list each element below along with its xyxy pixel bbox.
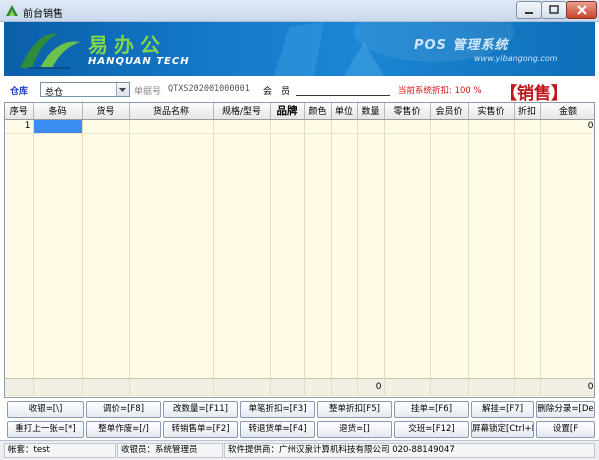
col-header-member-price[interactable]: 会员价 bbox=[430, 103, 469, 120]
col-header-item-name[interactable]: 货品名称 bbox=[129, 103, 214, 120]
logo-icon bbox=[20, 33, 80, 69]
grid-cell[interactable] bbox=[331, 119, 358, 134]
adjust-price-button[interactable]: 调价=[F8] bbox=[86, 401, 161, 418]
member-label: 会 员 bbox=[263, 87, 291, 97]
barcode-cell[interactable] bbox=[33, 119, 83, 134]
minimize-icon bbox=[525, 12, 533, 14]
resume-order-button[interactable]: 解挂=[F7] bbox=[471, 401, 534, 418]
hold-order-button[interactable]: 挂单=[F6] bbox=[394, 401, 469, 418]
app-icon bbox=[6, 5, 18, 16]
maximize-icon bbox=[549, 5, 559, 14]
to-return-button[interactable]: 转退货单=[F4] bbox=[240, 421, 315, 438]
item-discount-button[interactable]: 单笔折扣=[F3] bbox=[240, 401, 315, 418]
title-bar: 前台销售 bbox=[0, 0, 599, 22]
provider-status: 软件提供商：广州汉泉计算机科技有限公司 020-88149047 bbox=[224, 443, 595, 458]
grid-cell[interactable] bbox=[304, 119, 332, 134]
return-button[interactable]: 退货=[] bbox=[317, 421, 392, 438]
grid-cell[interactable] bbox=[213, 119, 271, 134]
col-header-unit[interactable]: 单位 bbox=[331, 103, 358, 120]
status-bar: 帐套：test 收银员：系统管理员 软件提供商：广州汉泉计算机科技有限公司 02… bbox=[0, 440, 599, 460]
col-header-qty[interactable]: 数量 bbox=[357, 103, 385, 120]
table-row[interactable]: 1 0 bbox=[5, 119, 594, 134]
col-header-discount[interactable]: 折扣 bbox=[514, 103, 541, 120]
sale-info-bar: 仓库 总仓 单据号 QTXS202001000001 会 员 当前系统折扣: 1… bbox=[4, 78, 595, 104]
maximize-button[interactable] bbox=[541, 1, 567, 19]
lock-screen-button[interactable]: 屏幕锁定[Ctrl+P] bbox=[471, 421, 534, 438]
grid-cell[interactable] bbox=[82, 119, 130, 134]
total-qty: 0 bbox=[357, 377, 385, 396]
account-status: 帐套：test bbox=[4, 443, 116, 458]
col-header-amount[interactable]: 金额 bbox=[540, 103, 594, 120]
mode-title: 【销售】 bbox=[500, 84, 568, 104]
window-title: 前台销售 bbox=[23, 9, 63, 20]
website-url: www.yibangong.com bbox=[474, 54, 558, 63]
sales-grid[interactable]: 序号 条码 货号 货品名称 规格/型号 品牌 颜色 单位 数量 零售价 会员价 … bbox=[4, 102, 595, 398]
system-discount: 当前系统折扣: 100 % bbox=[398, 86, 482, 96]
checkout-button[interactable]: 收银=[\] bbox=[7, 401, 84, 418]
col-header-barcode[interactable]: 条码 bbox=[33, 103, 83, 120]
store-select-value: 总仓 bbox=[45, 88, 64, 98]
col-header-spec[interactable]: 规格/型号 bbox=[213, 103, 271, 120]
change-qty-button[interactable]: 改数量=[F11] bbox=[163, 401, 238, 418]
empty-grid-area bbox=[5, 133, 594, 378]
logo-text-cn: 易办公 bbox=[88, 33, 166, 57]
to-sales-button[interactable]: 转销售单=[F2] bbox=[163, 421, 238, 438]
function-buttons: 收银=[\] 调价=[F8] 改数量=[F11] 单笔折扣=[F3] 整单折扣[… bbox=[4, 401, 595, 439]
store-select[interactable]: 总仓 bbox=[40, 82, 130, 98]
row-amount: 0 bbox=[540, 119, 594, 134]
cashier-status: 收银员：系统管理员 bbox=[117, 443, 223, 458]
totals-row: 0 0 bbox=[5, 377, 594, 396]
grid-cell[interactable] bbox=[514, 119, 541, 134]
pos-title: POS 管理系统 bbox=[414, 38, 509, 53]
doc-number: QTXS202001000001 bbox=[168, 84, 250, 94]
close-button[interactable] bbox=[566, 1, 597, 19]
grid-cell[interactable] bbox=[129, 119, 214, 134]
grid-cell[interactable] bbox=[468, 119, 515, 134]
doc-number-label: 单据号 bbox=[134, 87, 162, 97]
grid-cell[interactable] bbox=[430, 119, 469, 134]
col-header-color[interactable]: 颜色 bbox=[304, 103, 332, 120]
col-header-brand[interactable]: 品牌 bbox=[270, 103, 305, 120]
total-amount: 0 bbox=[540, 377, 594, 396]
chevron-down-icon[interactable] bbox=[116, 83, 129, 96]
order-discount-button[interactable]: 整单折扣[F5] bbox=[317, 401, 392, 418]
grid-cell[interactable] bbox=[270, 119, 305, 134]
void-order-button[interactable]: 整单作废=[/] bbox=[86, 421, 161, 438]
settings-button[interactable]: 设置[F bbox=[536, 421, 595, 438]
col-header-retail-price[interactable]: 零售价 bbox=[384, 103, 431, 120]
store-label: 仓库 bbox=[10, 87, 29, 97]
header-banner: 易办公 HANQUAN TECH POS 管理系统 www.yibangong.… bbox=[4, 22, 595, 76]
reprint-button[interactable]: 重打上一张=[*] bbox=[7, 421, 84, 438]
logo-text-en: HANQUAN TECH bbox=[88, 56, 190, 67]
row-index: 1 bbox=[5, 119, 34, 134]
grid-header-row: 序号 条码 货号 货品名称 规格/型号 品牌 颜色 单位 数量 零售价 会员价 … bbox=[5, 103, 594, 120]
col-header-item-no[interactable]: 货号 bbox=[82, 103, 130, 120]
col-header-actual-price[interactable]: 实售价 bbox=[468, 103, 515, 120]
col-header-index[interactable]: 序号 bbox=[5, 103, 34, 120]
shift-handover-button[interactable]: 交班=[F12] bbox=[394, 421, 469, 438]
member-input[interactable] bbox=[296, 95, 390, 96]
delete-entry-button[interactable]: 删除分录=[De bbox=[536, 401, 595, 418]
grid-cell[interactable] bbox=[384, 119, 431, 134]
minimize-button[interactable] bbox=[516, 1, 542, 19]
grid-cell[interactable] bbox=[357, 119, 385, 134]
close-icon bbox=[576, 5, 587, 15]
